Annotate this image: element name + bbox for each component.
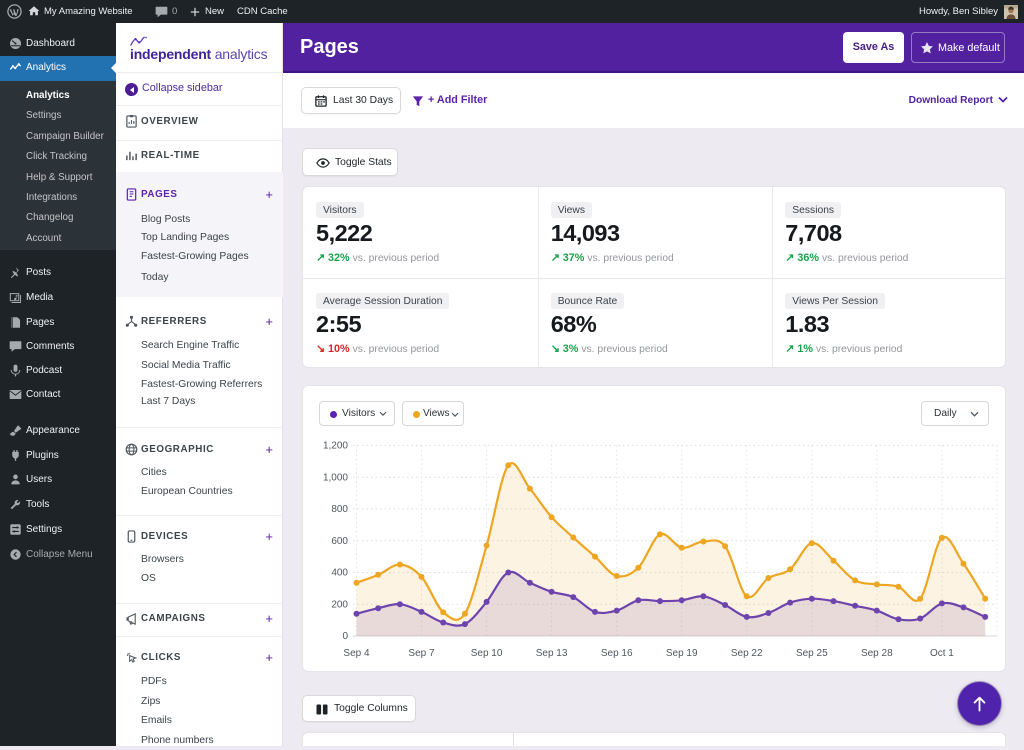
- svg-text:Sep 19: Sep 19: [666, 648, 698, 659]
- svg-text:Sep 25: Sep 25: [796, 648, 828, 659]
- svg-text:200: 200: [331, 599, 348, 610]
- svg-text:Sep 16: Sep 16: [601, 648, 633, 659]
- svg-text:600: 600: [331, 536, 348, 547]
- svg-text:1,200: 1,200: [323, 441, 348, 452]
- svg-text:800: 800: [331, 504, 348, 515]
- svg-text:1,000: 1,000: [323, 472, 348, 483]
- svg-text:Oct 1: Oct 1: [930, 648, 954, 659]
- svg-text:Sep 7: Sep 7: [408, 648, 435, 659]
- svg-text:Sep 13: Sep 13: [536, 648, 568, 659]
- svg-text:0: 0: [342, 631, 348, 642]
- svg-text:400: 400: [331, 568, 348, 579]
- svg-text:Sep 10: Sep 10: [471, 648, 503, 659]
- svg-text:Sep 4: Sep 4: [343, 648, 370, 659]
- svg-text:Sep 22: Sep 22: [731, 648, 763, 659]
- svg-text:Sep 28: Sep 28: [861, 648, 893, 659]
